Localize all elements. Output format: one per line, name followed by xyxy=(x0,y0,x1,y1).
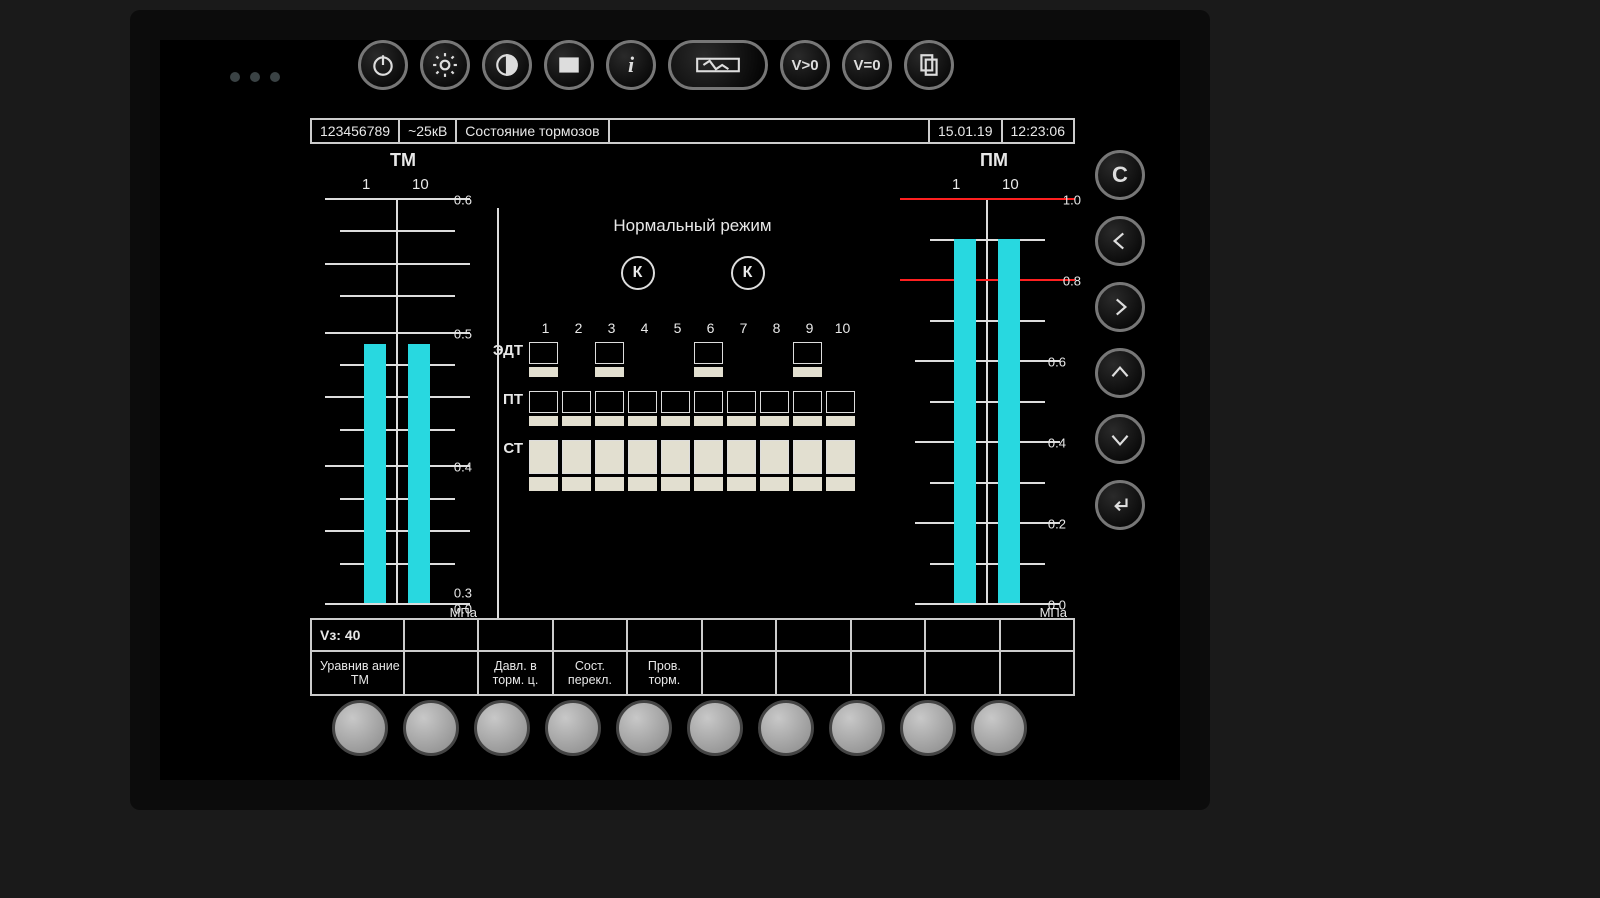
soft-button-8[interactable] xyxy=(829,700,885,756)
contrast-icon[interactable] xyxy=(482,40,532,90)
soft-button-2[interactable] xyxy=(403,700,459,756)
softkey-label-10 xyxy=(1001,652,1073,694)
softkey-label-8 xyxy=(852,652,926,694)
v-gt-zero-icon[interactable]: V>0 xyxy=(780,40,830,90)
gauge-pm: ПМ 1 10 1.0 0.8 0.6 0.4 0.2 0.0 МПа xyxy=(900,148,1075,618)
bar-pm-1 xyxy=(954,239,976,604)
softkey-label-4: Сост. перекл. xyxy=(554,652,628,694)
left-arrow-icon[interactable] xyxy=(1095,216,1145,266)
softkey-label-1: Уравнив ание ТМ xyxy=(312,652,405,694)
copy-icon[interactable] xyxy=(904,40,954,90)
gauge-pm-col10: 10 xyxy=(1002,176,1019,193)
power-icon[interactable] xyxy=(358,40,408,90)
gauge-pm-unit: МПа xyxy=(1040,605,1067,620)
row-label-pt: ПТ xyxy=(489,391,529,408)
soft-button-1[interactable] xyxy=(332,700,388,756)
bar-tm-1 xyxy=(364,344,386,603)
gauge-tm-col10: 10 xyxy=(412,176,429,193)
softkey-label-9 xyxy=(926,652,1000,694)
tick-label: 0.8 xyxy=(1063,274,1081,289)
train-id: 123456789 xyxy=(312,120,400,142)
gauge-tm-title: ТМ xyxy=(390,150,416,171)
tick-label: 0.4 xyxy=(454,460,472,475)
soft-button-3[interactable] xyxy=(474,700,530,756)
top-button-bar: i V>0 V=0 xyxy=(358,40,954,90)
graph-icon[interactable] xyxy=(668,40,768,90)
bar-tm-10 xyxy=(408,344,430,603)
softkey-label-2 xyxy=(405,652,479,694)
gauge-pm-title: ПМ xyxy=(980,150,1008,171)
mode-label: Нормальный режим xyxy=(489,216,896,236)
right-arrow-icon[interactable] xyxy=(1095,282,1145,332)
gauge-pm-col1: 1 xyxy=(952,176,960,193)
header-spacer xyxy=(610,120,930,142)
tick-label: 0.2 xyxy=(1048,517,1066,532)
bottom-button-bar xyxy=(332,700,1027,756)
softkey-label-area: Vз: 40 Уравнив ание ТМ Давл. в торм. ц. … xyxy=(310,618,1075,696)
gauge-tm: ТМ 1 10 0.6 0.5 0.4 0.30.0 М xyxy=(310,148,485,618)
brightness-icon[interactable] xyxy=(420,40,470,90)
row-label-edt: ЭДТ xyxy=(489,342,529,359)
k-indicator-1: К xyxy=(621,256,655,290)
tick-label: 0.6 xyxy=(454,193,472,208)
tick-label: 0.4 xyxy=(1048,436,1066,451)
info-icon[interactable]: i xyxy=(606,40,656,90)
car-number-row: 12345678910 xyxy=(529,320,896,336)
soft-button-10[interactable] xyxy=(971,700,1027,756)
softkey-label-7 xyxy=(777,652,851,694)
tick-label: 0.5 xyxy=(454,326,472,341)
c-button[interactable]: C xyxy=(1095,150,1145,200)
date: 15.01.19 xyxy=(930,120,1003,142)
soft-button-6[interactable] xyxy=(687,700,743,756)
screen-icon[interactable] xyxy=(544,40,594,90)
right-button-bar: C xyxy=(1095,150,1145,530)
softkey-label-5: Пров. торм. xyxy=(628,652,702,694)
down-arrow-icon[interactable] xyxy=(1095,414,1145,464)
tick-label: 0.6 xyxy=(1048,355,1066,370)
row-label-st: СТ xyxy=(489,440,529,457)
tick-label: 1.0 xyxy=(1063,193,1081,208)
vz-readout: Vз: 40 xyxy=(312,620,405,650)
enter-icon[interactable] xyxy=(1095,480,1145,530)
status-bar: 123456789 ~25кВ Состояние тормозов 15.01… xyxy=(310,118,1075,144)
k-indicator-2: К xyxy=(731,256,765,290)
brake-status-panel: Нормальный режим К К 12345678910 ЭДТ xyxy=(485,148,900,618)
tick-label: 0.3 xyxy=(454,586,472,601)
display-screen: 123456789 ~25кВ Состояние тормозов 15.01… xyxy=(310,118,1075,688)
row-st: СТ xyxy=(489,440,896,491)
soft-button-5[interactable] xyxy=(616,700,672,756)
row-pt: ПТ xyxy=(489,391,896,426)
gauge-tm-col1: 1 xyxy=(362,176,370,193)
v-eq-zero-icon[interactable]: V=0 xyxy=(842,40,892,90)
indicator-dots xyxy=(230,72,280,82)
softkey-label-6 xyxy=(703,652,777,694)
row-edt: ЭДТ xyxy=(489,342,896,377)
time: 12:23:06 xyxy=(1003,120,1074,142)
soft-button-7[interactable] xyxy=(758,700,814,756)
gauge-tm-unit: МПа xyxy=(450,605,477,620)
soft-button-9[interactable] xyxy=(900,700,956,756)
page-title: Состояние тормозов xyxy=(457,120,609,142)
line-voltage: ~25кВ xyxy=(400,120,457,142)
bar-pm-10 xyxy=(998,239,1020,604)
softkey-label-3: Давл. в торм. ц. xyxy=(479,652,553,694)
up-arrow-icon[interactable] xyxy=(1095,348,1145,398)
soft-button-4[interactable] xyxy=(545,700,601,756)
